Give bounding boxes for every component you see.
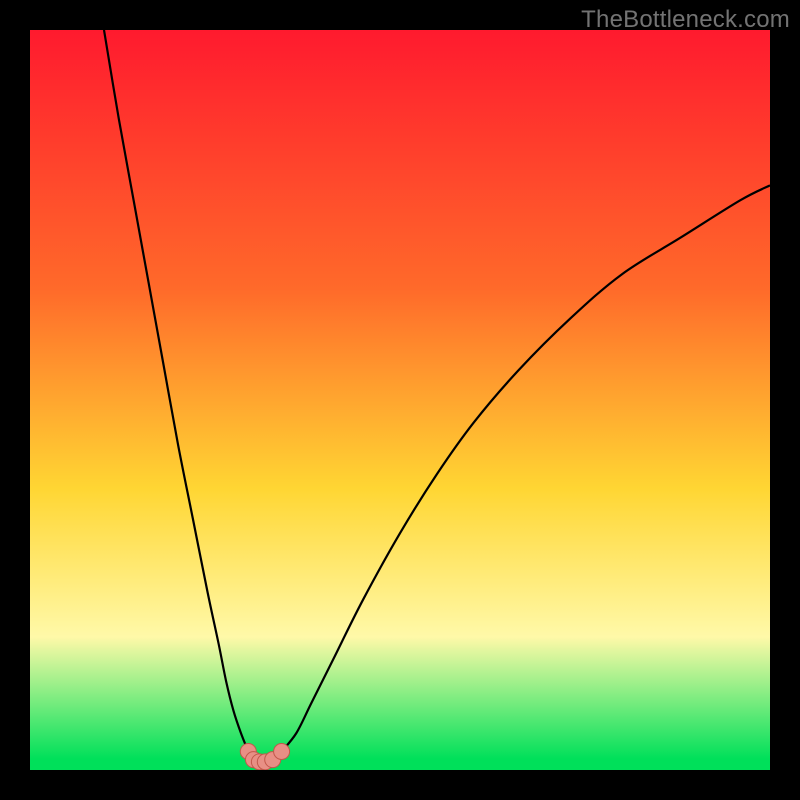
gradient-background bbox=[30, 30, 770, 770]
valley-marker bbox=[274, 744, 290, 760]
chart-svg bbox=[30, 30, 770, 770]
plot-area bbox=[30, 30, 770, 770]
chart-frame: TheBottleneck.com bbox=[0, 0, 800, 800]
